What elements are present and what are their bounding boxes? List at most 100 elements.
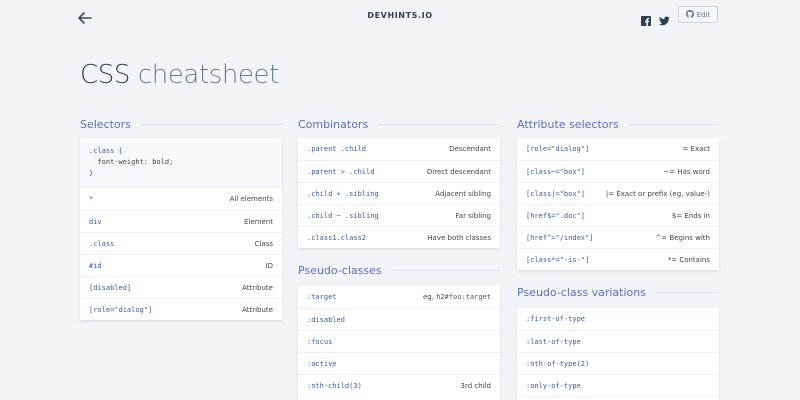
selector-desc: All elements	[229, 195, 273, 203]
code-line: .class {	[89, 147, 123, 155]
pseudo-classes-card: :target eg, h2#foo:target :disabled :foc…	[298, 286, 500, 400]
pseudo-classes-title: Pseudo-classes	[298, 263, 382, 277]
table-row: :last-of-type	[517, 330, 719, 352]
table-row: [role="dialog"] = Exact	[517, 138, 719, 160]
attribute-code: [class~="box"]	[526, 167, 586, 176]
table-row: #id ID	[80, 254, 282, 276]
attribute-code: [href$=".doc"]	[526, 211, 586, 220]
attribute-selectors-title: Attribute selectors	[517, 117, 619, 131]
pseudo-classes-heading: Pseudo-classes	[298, 263, 500, 277]
pseudo-class-code: :focus	[307, 337, 333, 346]
table-row: .class1.class2 Have both classes	[298, 226, 500, 248]
page-title-main: CSS	[80, 60, 130, 90]
table-row: [href^="/index"] ^= Begins with	[517, 226, 719, 248]
attribute-desc: *= Contains	[667, 255, 710, 264]
twitter-icon[interactable]	[659, 11, 670, 26]
selectors-card: .class { font-weight: bold; } * All elem…	[80, 138, 282, 320]
page-title: CSS cheatsheet	[80, 60, 279, 90]
table-row: :nth-child(3) 3rd child	[298, 374, 500, 396]
table-row: * All elements	[80, 188, 282, 210]
selector-desc: Attribute	[242, 283, 273, 292]
table-row: :focus	[298, 330, 500, 352]
table-row: :first-of-type	[517, 308, 719, 330]
facebook-icon[interactable]	[641, 11, 651, 26]
attribute-selectors-heading: Attribute selectors	[517, 117, 719, 131]
divider	[628, 123, 719, 125]
pseudo-class-code: :target	[307, 293, 337, 301]
table-row: .child + .sibling Adjacent sibling	[298, 182, 500, 204]
pseudo-class-desc: eg, h2#foo:target	[423, 293, 491, 301]
combinator-code: .class1.class2	[307, 233, 367, 242]
table-row: .class Class	[80, 232, 282, 254]
table-row: [class*="-is-"] *= Contains	[517, 248, 719, 270]
combinator-desc: Descendant	[449, 145, 491, 153]
selector-desc: Element	[244, 217, 273, 226]
edit-button[interactable]: Edit	[678, 6, 718, 23]
github-icon	[685, 9, 694, 20]
attribute-code: [role="dialog"]	[526, 145, 590, 153]
combinator-code: .child ~ .sibling	[307, 211, 379, 220]
combinator-code: .parent > .child	[307, 167, 375, 176]
variation-code: :nth-of-type(2)	[526, 359, 590, 368]
combinators-card: .parent .child Descendant .parent > .chi…	[298, 138, 500, 248]
top-bar: DEVHINTS.IO Edit	[0, 0, 800, 34]
table-row: .parent .child Descendant	[298, 138, 500, 160]
variation-code: :last-of-type	[526, 337, 581, 346]
selector-desc: ID	[265, 261, 273, 270]
table-row: [href$=".doc"] $= Ends in	[517, 204, 719, 226]
attribute-desc: ^= Begins with	[655, 233, 710, 242]
attribute-code: [class|="box"]	[526, 189, 586, 198]
selector-code: [disabled]	[89, 283, 132, 292]
combinator-code: .parent .child	[307, 145, 367, 153]
attribute-desc: |= Exact or prefix (eg, value-)	[605, 189, 710, 198]
desc-code: h2#foo:target	[436, 293, 491, 301]
variation-code: :only-of-type	[526, 381, 581, 390]
attribute-code: [class*="-is-"]	[526, 255, 590, 264]
table-row: .parent > .child Direct descendant	[298, 160, 500, 182]
pseudo-class-variations-heading: Pseudo-class variations	[517, 285, 719, 299]
table-row: [role="dialog"] Attribute	[80, 298, 282, 320]
pseudo-class-desc: 3rd child	[460, 381, 492, 390]
page-title-sub: cheatsheet	[137, 60, 280, 90]
edit-label: Edit	[696, 10, 711, 19]
variation-code: :first-of-type	[526, 315, 586, 323]
selector-code: #id	[89, 261, 102, 270]
selector-code: .class	[89, 239, 115, 248]
pseudo-class-code: :active	[307, 359, 337, 368]
pseudo-class-variations-title: Pseudo-class variations	[517, 285, 646, 299]
combinator-desc: Direct descendant	[426, 167, 491, 176]
selectors-heading: Selectors	[80, 117, 282, 131]
combinators-heading: Combinators	[298, 117, 500, 131]
code-line: }	[89, 169, 94, 177]
table-row	[517, 396, 719, 400]
divider	[655, 291, 719, 293]
table-row: [class~="box"] ~= Has word	[517, 160, 719, 182]
table-row: [class|="box"] |= Exact or prefix (eg, v…	[517, 182, 719, 204]
pseudo-class-code: :disabled	[307, 315, 345, 324]
table-row: [disabled] Attribute	[80, 276, 282, 298]
table-row: div Element	[80, 210, 282, 232]
table-row: :nth-of-type(2)	[517, 352, 719, 374]
selector-code: *	[89, 195, 94, 203]
combinator-desc: Far sibling	[455, 211, 491, 220]
attribute-desc: = Exact	[682, 145, 710, 153]
table-row: :disabled	[298, 308, 500, 330]
divider	[140, 123, 282, 125]
divider	[378, 123, 500, 125]
pseudo-class-code: :nth-child(3)	[307, 381, 362, 390]
selectors-title: Selectors	[80, 117, 131, 131]
selector-code: div	[89, 217, 102, 226]
code-example: .class { font-weight: bold; }	[80, 138, 282, 188]
attribute-selectors-card: [role="dialog"] = Exact [class~="box"] ~…	[517, 138, 719, 270]
table-row: :active	[298, 352, 500, 374]
selector-code: [role="dialog"]	[89, 305, 153, 314]
combinator-code: .child + .sibling	[307, 189, 379, 198]
selectors-table: * All elements div Element .class Class …	[80, 188, 282, 320]
table-row: :target eg, h2#foo:target	[298, 286, 500, 308]
table-row: .child ~ .sibling Far sibling	[298, 204, 500, 226]
pseudo-class-variations-card: :first-of-type :last-of-type :nth-of-typ…	[517, 308, 719, 400]
table-row: :only-of-type	[517, 374, 719, 396]
divider	[391, 269, 500, 271]
combinators-title: Combinators	[298, 117, 369, 131]
attribute-code: [href^="/index"]	[526, 233, 594, 242]
